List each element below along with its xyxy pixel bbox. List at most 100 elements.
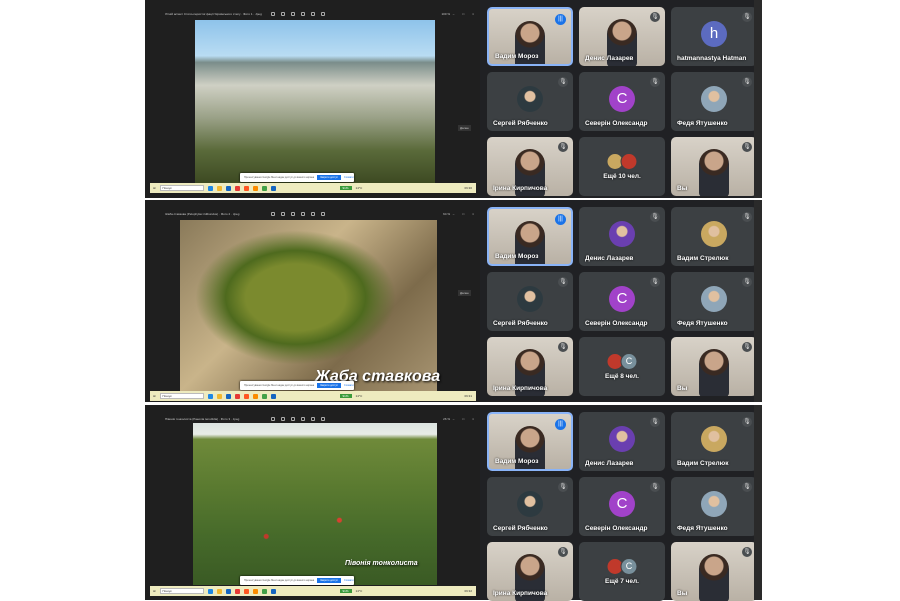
participant-tile[interactable]: Денис Лазарев 🎙 — [579, 207, 665, 266]
taskbar-app-icon[interactable] — [216, 588, 222, 594]
taskbar-app-icon[interactable] — [243, 393, 249, 399]
maximize-icon[interactable]: □ — [462, 12, 464, 16]
toolbar-icon[interactable] — [321, 417, 325, 421]
participant-tile[interactable]: C Северін Олександр 🎙 — [579, 72, 665, 131]
taskbar-search[interactable]: Пошук — [159, 185, 204, 191]
zoom-level[interactable]: 26 % — [443, 417, 450, 421]
participant-tile[interactable]: Вадим Стрелюк 🎙 — [671, 207, 757, 266]
next-button[interactable]: Далее — [458, 125, 471, 131]
toolbar-icon[interactable] — [281, 12, 285, 16]
participant-tile[interactable]: Денис Лазарев 🎙 — [579, 7, 665, 66]
taskbar-app-icon[interactable] — [207, 185, 213, 191]
stop-sharing-button[interactable]: Закрити доступ — [317, 578, 342, 583]
zoom-level[interactable]: 64 % — [443, 212, 450, 216]
minimize-icon[interactable]: – — [453, 12, 455, 16]
taskbar-app-icon[interactable] — [234, 588, 240, 594]
close-icon[interactable]: × — [472, 212, 474, 216]
taskbar-search[interactable]: Пошук — [159, 393, 204, 399]
taskbar-app-icon[interactable] — [234, 393, 240, 399]
hide-notice-button[interactable]: Сховати — [344, 384, 354, 387]
participant-tile[interactable]: Ірина Кирпичова 🎙 — [487, 542, 573, 601]
taskbar-app-icon[interactable] — [207, 588, 213, 594]
hide-notice-button[interactable]: Сховати — [344, 176, 354, 179]
maximize-icon[interactable]: □ — [462, 417, 464, 421]
participant-tile[interactable]: Сергей Рябченко 🎙 — [487, 72, 573, 131]
toolbar-icon[interactable] — [271, 417, 275, 421]
taskbar-app-icon[interactable] — [216, 185, 222, 191]
minimize-icon[interactable]: – — [453, 417, 455, 421]
taskbar-app-icon[interactable] — [225, 185, 231, 191]
participant-tile[interactable]: Федя Ятушенко 🎙 — [671, 72, 757, 131]
participant-tile[interactable]: Федя Ятушенко 🎙 — [671, 477, 757, 536]
taskbar-app-icon[interactable] — [261, 588, 267, 594]
toolbar-icon[interactable] — [301, 212, 305, 216]
toolbar-icon[interactable] — [311, 417, 315, 421]
weather: 14°C — [355, 186, 363, 190]
participant-tile[interactable]: Ірина Кирпичова 🎙 — [487, 137, 573, 196]
toolbar-icon[interactable] — [311, 12, 315, 16]
toolbar-icon[interactable] — [271, 12, 275, 16]
participant-tile[interactable]: C Северін Олександр 🎙 — [579, 272, 665, 331]
start-icon[interactable]: ⊞ — [153, 394, 156, 398]
taskbar-app-icon[interactable] — [261, 185, 267, 191]
more-participants-tile[interactable]: C Ещё 8 чел. — [579, 337, 665, 396]
participant-tile[interactable]: Сергей Рябченко 🎙 — [487, 477, 573, 536]
taskbar-search[interactable]: Пошук — [159, 588, 204, 594]
participant-tile[interactable]: Вадим Мороз ||| — [487, 7, 573, 66]
toolbar-icon[interactable] — [301, 12, 305, 16]
participant-tile[interactable]: Вадим Мороз ||| — [487, 412, 573, 471]
stop-sharing-button[interactable]: Закрити доступ — [317, 383, 342, 388]
participant-tile[interactable]: Сергей Рябченко 🎙 — [487, 272, 573, 331]
close-icon[interactable]: × — [472, 12, 474, 16]
toolbar-icon[interactable] — [321, 212, 325, 216]
stop-sharing-button[interactable]: Закрити доступ — [317, 175, 342, 180]
participant-tile[interactable]: Вадим Мороз ||| — [487, 207, 573, 266]
scrollbar[interactable] — [754, 0, 762, 198]
taskbar-app-icon[interactable] — [225, 393, 231, 399]
toolbar-icon[interactable] — [301, 417, 305, 421]
minimize-icon[interactable]: – — [453, 212, 455, 216]
taskbar-app-icon[interactable] — [252, 588, 258, 594]
more-participants-tile[interactable]: Ещё 10 чел. — [579, 137, 665, 196]
participant-tile[interactable]: Вадим Стрелюк 🎙 — [671, 412, 757, 471]
taskbar-app-icon[interactable] — [207, 393, 213, 399]
toolbar-icon[interactable] — [321, 12, 325, 16]
participant-tile[interactable]: C Северін Олександр 🎙 — [579, 477, 665, 536]
scrollbar[interactable] — [754, 405, 762, 600]
next-button[interactable]: Далее — [458, 290, 471, 296]
participant-tile[interactable]: Вы 🎙 — [671, 137, 757, 196]
toolbar-icon[interactable] — [271, 212, 275, 216]
start-icon[interactable]: ⊞ — [153, 589, 156, 593]
scrollbar[interactable] — [754, 200, 762, 402]
participant-tile[interactable]: Вы 🎙 — [671, 542, 757, 601]
hide-notice-button[interactable]: Сховати — [344, 579, 354, 582]
taskbar-app-icon[interactable] — [243, 185, 249, 191]
participant-tile[interactable]: h hatmannastya Hatman 🎙 — [671, 7, 757, 66]
toolbar-icon[interactable] — [291, 12, 295, 16]
toolbar-icon[interactable] — [281, 417, 285, 421]
taskbar-app-icon[interactable] — [270, 185, 276, 191]
close-icon[interactable]: × — [472, 417, 474, 421]
taskbar-app-icon[interactable] — [225, 588, 231, 594]
participant-tile[interactable]: Вы 🎙 — [671, 337, 757, 396]
participant-tile[interactable]: Денис Лазарев 🎙 — [579, 412, 665, 471]
notice-text: Презентування Google Meet надає доступ д… — [244, 579, 315, 582]
toolbar-icon[interactable] — [281, 212, 285, 216]
zoom-level[interactable]: 100 % — [441, 12, 450, 16]
toolbar-icon[interactable] — [311, 212, 315, 216]
taskbar-app-icon[interactable] — [243, 588, 249, 594]
toolbar-icon[interactable] — [291, 212, 295, 216]
start-icon[interactable]: ⊞ — [153, 186, 156, 190]
participant-tile[interactable]: Федя Ятушенко 🎙 — [671, 272, 757, 331]
maximize-icon[interactable]: □ — [462, 212, 464, 216]
taskbar-app-icon[interactable] — [252, 393, 258, 399]
taskbar-app-icon[interactable] — [234, 185, 240, 191]
taskbar-app-icon[interactable] — [270, 588, 276, 594]
taskbar-app-icon[interactable] — [252, 185, 258, 191]
taskbar-app-icon[interactable] — [261, 393, 267, 399]
taskbar-app-icon[interactable] — [270, 393, 276, 399]
more-participants-tile[interactable]: C Ещё 7 чел. — [579, 542, 665, 601]
toolbar-icon[interactable] — [291, 417, 295, 421]
taskbar-app-icon[interactable] — [216, 393, 222, 399]
participant-tile[interactable]: Ірина Кирпичова 🎙 — [487, 337, 573, 396]
